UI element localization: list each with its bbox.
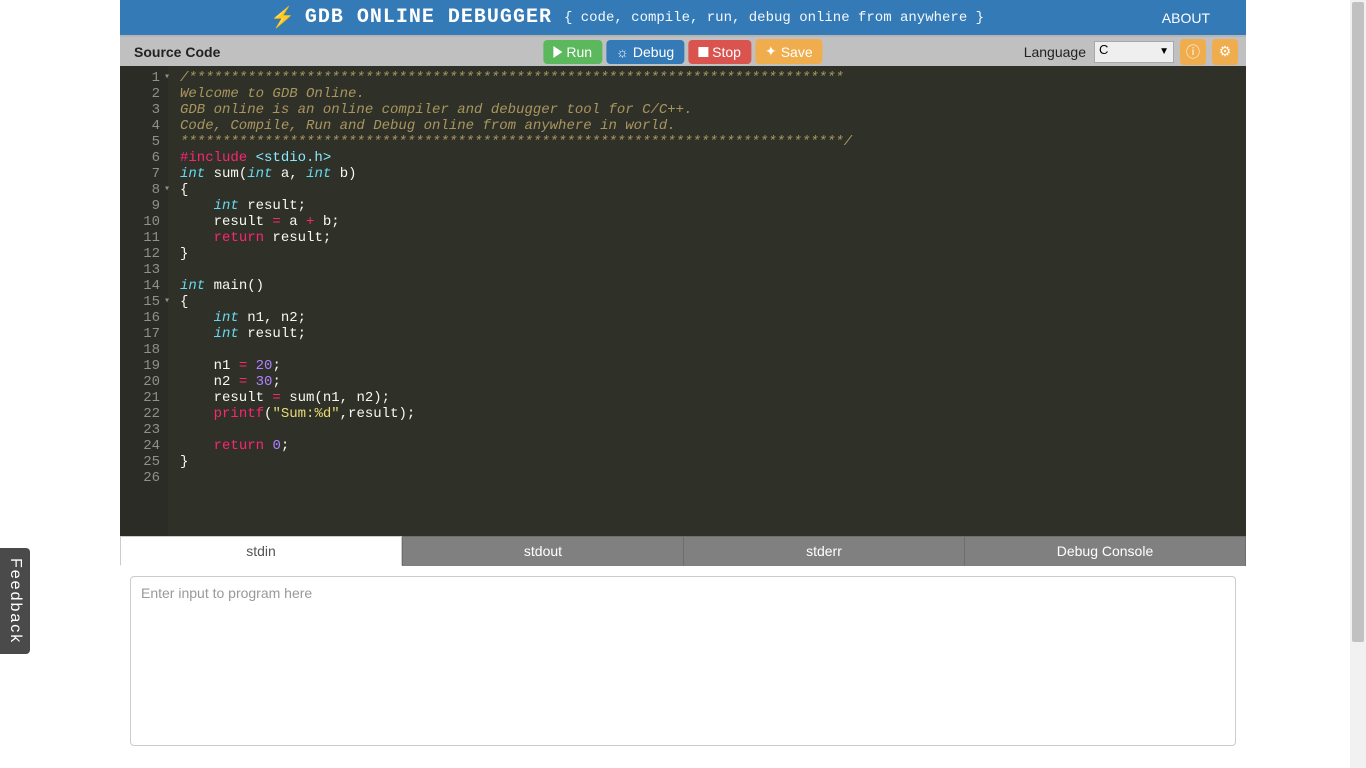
code-line[interactable] xyxy=(180,262,852,278)
code-line[interactable] xyxy=(180,342,852,358)
code-area[interactable]: /***************************************… xyxy=(168,66,852,536)
tagline: { code, compile, run, debug online from … xyxy=(564,10,984,26)
code-line[interactable] xyxy=(180,422,852,438)
code-line[interactable]: #include <stdio.h> xyxy=(180,150,852,166)
stop-icon xyxy=(698,47,708,57)
info-button[interactable]: ⓘ xyxy=(1180,39,1206,65)
code-line[interactable]: n1 = 20; xyxy=(180,358,852,374)
stop-button[interactable]: Stop xyxy=(688,40,751,64)
brand-title: GDB ONLINE DEBUGGER xyxy=(305,6,552,29)
top-header: ⚡ GDB ONLINE DEBUGGER { code, compile, r… xyxy=(120,0,1246,35)
stdin-placeholder: Enter input to program here xyxy=(141,585,312,601)
language-select[interactable]: C ▼ xyxy=(1094,41,1174,63)
save-icon: ✦ xyxy=(765,43,777,60)
save-button[interactable]: ✦ Save xyxy=(755,39,823,64)
code-line[interactable]: int main() xyxy=(180,278,852,294)
code-line[interactable]: printf("Sum:%d",result); xyxy=(180,406,852,422)
main-container: Source Code Run ☼ Debug Stop ✦ Save Lang… xyxy=(120,35,1246,746)
language-label: Language xyxy=(1024,44,1088,60)
tab-stderr[interactable]: stderr xyxy=(683,536,964,566)
code-line[interactable] xyxy=(180,470,852,486)
action-buttons: Run ☼ Debug Stop ✦ Save xyxy=(543,39,822,64)
debug-label: Debug xyxy=(633,44,674,60)
bug-icon: ☼ xyxy=(616,44,629,60)
stdin-input[interactable]: Enter input to program here xyxy=(130,576,1236,746)
source-code-label: Source Code xyxy=(134,44,220,60)
play-icon xyxy=(553,46,562,58)
code-line[interactable]: ****************************************… xyxy=(180,134,852,150)
code-line[interactable]: result = sum(n1, n2); xyxy=(180,390,852,406)
code-line[interactable]: int result; xyxy=(180,326,852,342)
toolbar: Source Code Run ☼ Debug Stop ✦ Save Lang… xyxy=(120,35,1246,66)
debug-button[interactable]: ☼ Debug xyxy=(606,40,684,64)
code-line[interactable]: GDB online is an online compiler and deb… xyxy=(180,102,852,118)
page-scrollbar[interactable] xyxy=(1350,0,1366,768)
code-line[interactable]: } xyxy=(180,246,852,262)
tab-debug-console[interactable]: Debug Console xyxy=(964,536,1246,566)
line-gutter: 1234567891011121314151617181920212223242… xyxy=(120,66,168,536)
tab-stdout[interactable]: stdout xyxy=(402,536,683,566)
info-icon: ⓘ xyxy=(1186,42,1200,62)
run-button[interactable]: Run xyxy=(543,40,602,64)
code-editor[interactable]: 1234567891011121314151617181920212223242… xyxy=(120,66,1246,536)
code-line[interactable]: Code, Compile, Run and Debug online from… xyxy=(180,118,852,134)
code-line[interactable]: Welcome to GDB Online. xyxy=(180,86,852,102)
right-tools: Language C ▼ ⓘ ⚙ xyxy=(1024,39,1238,65)
code-line[interactable]: /***************************************… xyxy=(180,70,852,86)
scroll-thumb[interactable] xyxy=(1352,2,1364,642)
chevron-down-icon: ▼ xyxy=(1159,46,1169,57)
feedback-tab[interactable]: Feedback xyxy=(0,548,30,654)
code-line[interactable]: return 0; xyxy=(180,438,852,454)
gear-icon: ⚙ xyxy=(1219,43,1232,60)
code-line[interactable]: { xyxy=(180,182,852,198)
io-tabs: stdin stdout stderr Debug Console xyxy=(120,536,1246,566)
code-line[interactable]: int result; xyxy=(180,198,852,214)
code-line[interactable]: int n1, n2; xyxy=(180,310,852,326)
bolt-icon: ⚡ xyxy=(270,5,295,30)
code-line[interactable]: } xyxy=(180,454,852,470)
stop-label: Stop xyxy=(712,44,741,60)
settings-button[interactable]: ⚙ xyxy=(1212,39,1238,65)
code-line[interactable]: int sum(int a, int b) xyxy=(180,166,852,182)
code-line[interactable]: { xyxy=(180,294,852,310)
code-line[interactable]: return result; xyxy=(180,230,852,246)
save-label: Save xyxy=(781,44,813,60)
code-line[interactable]: n2 = 30; xyxy=(180,374,852,390)
language-value: C xyxy=(1099,42,1108,57)
about-link[interactable]: ABOUT xyxy=(1162,10,1230,26)
code-line[interactable]: result = a + b; xyxy=(180,214,852,230)
run-label: Run xyxy=(566,44,592,60)
tab-stdin[interactable]: stdin xyxy=(120,536,402,566)
